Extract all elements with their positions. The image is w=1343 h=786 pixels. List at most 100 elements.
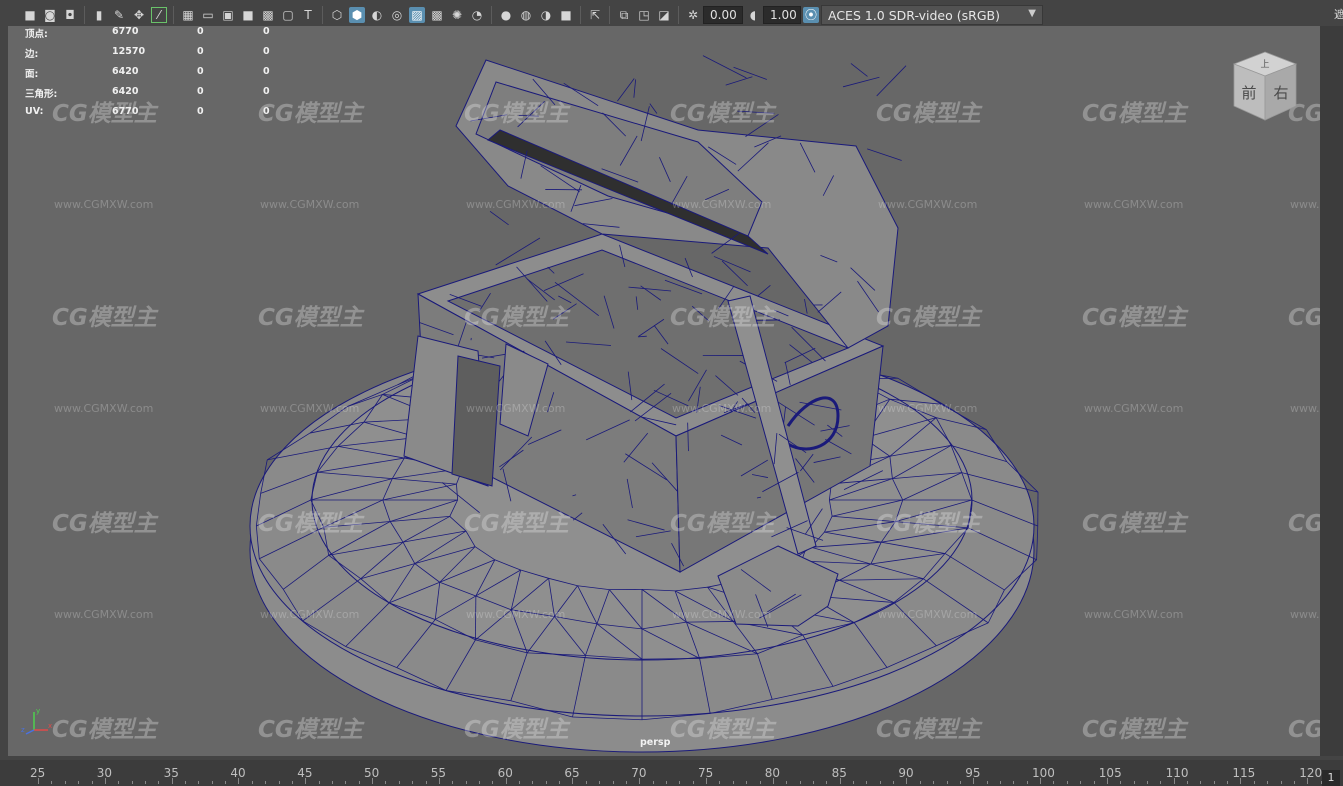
safe-title-icon[interactable]: T: [300, 7, 316, 23]
timeline-tick-mark: [692, 781, 694, 784]
wireframe-on-shaded-icon[interactable]: ◎: [389, 7, 405, 23]
hud-stat-value: 0: [197, 66, 204, 77]
timeline-tick-mark: [1133, 781, 1135, 784]
wireframe-icon[interactable]: ⬡: [329, 7, 345, 23]
timeline-tick-mark: [1093, 781, 1095, 784]
film-gate-icon[interactable]: ▭: [200, 7, 216, 23]
mesh-edge: [850, 63, 868, 77]
watermark-url: www.CGMXW.com: [878, 402, 978, 415]
right-edge-label: 遮: [1334, 8, 1343, 21]
timeline-tick-mark: [425, 781, 427, 784]
z-axis-label: z: [21, 726, 25, 734]
timeline-tick-mark: [118, 781, 120, 784]
timeline-tick-mark: [1053, 781, 1055, 784]
watermark-url: www.CGMXW.com: [1084, 608, 1184, 621]
textured-icon[interactable]: ▨: [409, 7, 425, 23]
backface-culling-icon[interactable]: ◳: [636, 7, 652, 23]
timeline-tick-mark: [906, 778, 908, 784]
timeline-tick-mark: [158, 781, 160, 784]
grid-icon[interactable]: ▦: [180, 7, 196, 23]
exposure-field[interactable]: 0.00: [703, 6, 743, 24]
mesh-edge: [804, 298, 808, 314]
separator: [609, 6, 610, 24]
xray-active-icon[interactable]: ⧉: [616, 7, 632, 23]
timeline-tick-mark: [626, 781, 627, 784]
timeline-tick-mark: [171, 778, 173, 784]
hud-stat-label: 边:: [25, 49, 39, 60]
color-management-icon[interactable]: ⦿: [803, 7, 819, 23]
field-chart-icon[interactable]: ▩: [260, 7, 276, 23]
timeline-tick-mark: [185, 781, 186, 784]
separator: [580, 6, 581, 24]
view-cube[interactable]: 上 前 右: [1230, 50, 1300, 122]
timeline-tick-mark: [265, 781, 267, 784]
timeline-tick-label: 110: [1165, 766, 1189, 780]
timeline-tick-mark: [612, 781, 614, 784]
timeline-tick-mark: [839, 778, 841, 784]
time-slider[interactable]: 25 30 35 40 45 50 55 60 65 70 75 80 85 90 95 100 105 110 1…: [0, 760, 1343, 786]
3d-viewport[interactable]: 顶点: 6770 0 0 边: 12570 0 0 面: 6420 0 0 三角形: 6420 0 0 UV: 6…: [8, 26, 1320, 756]
use-all-lights-icon[interactable]: ▩: [429, 7, 445, 23]
mesh-edge: [867, 148, 902, 161]
anti-aliasing-icon[interactable]: ◍: [518, 7, 534, 23]
timeline-tick-mark: [318, 781, 320, 784]
camera-name-label: persp: [640, 737, 671, 748]
isolate-select-icon[interactable]: ◪: [656, 7, 672, 23]
default-material-icon[interactable]: ◐: [369, 7, 385, 23]
grease-pencil-icon[interactable]: ✎: [111, 7, 127, 23]
timeline-tick-mark: [1187, 781, 1188, 784]
watermark-logo: CG模型主: [876, 101, 981, 127]
view-cube-front-label: 前: [1241, 84, 1256, 102]
timeline-tick-mark: [893, 781, 895, 784]
watermark-logo: CG模型主: [1082, 511, 1187, 537]
timeline-tick-mark: [438, 778, 440, 784]
watermark-url: www.CGMXW.com: [54, 402, 154, 415]
xray-icon[interactable]: ■: [558, 7, 574, 23]
resolution-gate-icon[interactable]: ▣: [220, 7, 236, 23]
timeline-tick-mark: [1307, 778, 1309, 784]
motion-blur-icon[interactable]: ●: [498, 7, 514, 23]
separator: [491, 6, 492, 24]
watermark-logo: CG模型主: [464, 717, 569, 743]
timeline-tick-mark: [1267, 781, 1269, 784]
view-cube-top-label: 上: [1260, 59, 1269, 70]
gamma-icon[interactable]: ◖: [745, 7, 761, 23]
hud-stat-value: 0: [263, 26, 270, 37]
separator: [322, 6, 323, 24]
safe-action-icon[interactable]: ▢: [280, 7, 296, 23]
gamma-field[interactable]: 1.00: [763, 6, 801, 24]
watermark-url: www.CGMXW.com: [1084, 402, 1184, 415]
watermark-logo: CG模型主: [52, 305, 157, 331]
color-space-dropdown[interactable]: ACES 1.0 SDR-video (sRGB) ▼: [821, 5, 1043, 25]
gate-mask-icon[interactable]: ■: [240, 7, 256, 23]
mesh-edge: [721, 260, 748, 287]
camera-attr-icon[interactable]: ◙: [42, 7, 58, 23]
watermark-logo: CG模型主: [258, 101, 363, 127]
current-frame-field[interactable]: 1: [1322, 770, 1340, 786]
timeline-tick-mark: [465, 781, 467, 784]
watermark-logo: CG模型主: [258, 511, 363, 537]
smooth-shade-icon[interactable]: ⬢: [349, 7, 365, 23]
depth-of-field-icon[interactable]: ◑: [538, 7, 554, 23]
timeline-tick-mark: [572, 778, 574, 784]
screen-space-ao-icon[interactable]: ◔: [469, 7, 485, 23]
watermark-logo: CG模型主: [52, 717, 157, 743]
timeline-tick-mark: [960, 781, 961, 784]
watermark-logo: CG模型主: [1288, 511, 1320, 537]
watermark-logo: CG模型主: [1082, 305, 1187, 331]
watermark-logo: CG模型主: [1082, 717, 1187, 743]
image-plane-icon[interactable]: ▮: [91, 7, 107, 23]
camera-icon[interactable]: ■: [22, 7, 38, 23]
mesh-edge: [489, 210, 509, 226]
isolate-icon[interactable]: ⁄: [151, 7, 167, 23]
timeline-tick-mark: [332, 781, 333, 784]
bookmark-icon[interactable]: ◘: [62, 7, 78, 23]
latch-strap: [451, 355, 501, 487]
watermark-url: www.CGMXW.com: [878, 608, 978, 621]
shadows-icon[interactable]: ✺: [449, 7, 465, 23]
timeline-tick-mark: [1200, 781, 1202, 784]
pan-zoom-icon[interactable]: ✥: [131, 7, 147, 23]
xray-joints-icon[interactable]: ⇱: [587, 7, 603, 23]
timeline-tick-mark: [879, 781, 881, 784]
exposure-icon[interactable]: ✲: [685, 7, 701, 23]
